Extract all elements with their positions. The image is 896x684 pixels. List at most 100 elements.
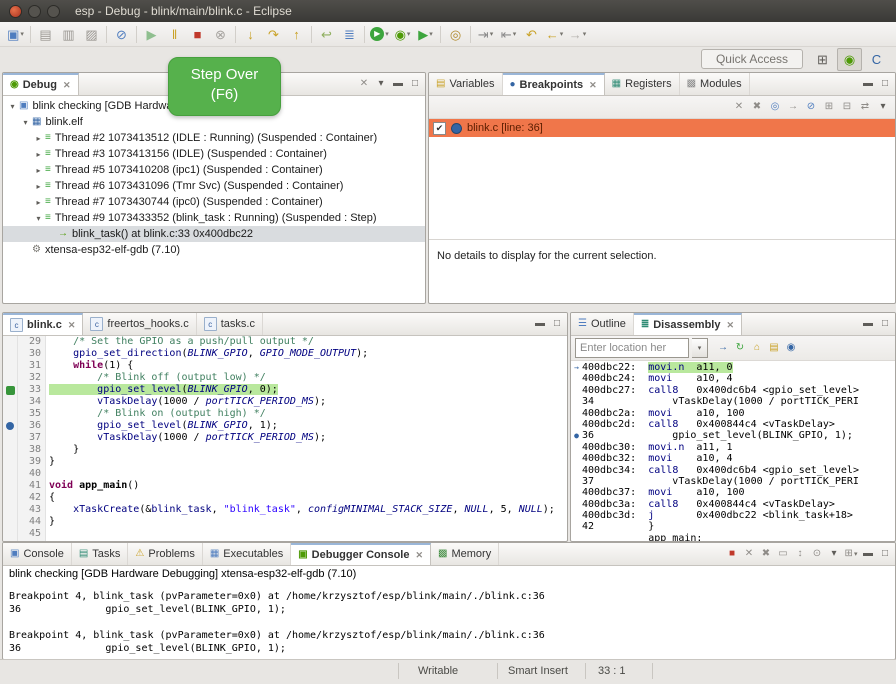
- expander-icon[interactable]: ▸: [33, 198, 44, 207]
- close-icon[interactable]: ✕: [726, 320, 734, 331]
- debug-tree-item[interactable]: ▸≡Thread #5 1073410208 (ipc1) (Suspended…: [3, 162, 425, 178]
- maximize-button[interactable]: □: [877, 545, 893, 563]
- minimize-button[interactable]: ▬: [532, 315, 548, 333]
- disconnect-button[interactable]: ⊗: [209, 24, 232, 45]
- tab-variables[interactable]: ▤Variables: [429, 73, 503, 95]
- window-close-button[interactable]: [9, 5, 22, 18]
- last-edit-location-button[interactable]: ↶: [520, 24, 543, 45]
- disassembly-line[interactable]: 400dbc27: call8 0x400dc6b4 <gpio_set_lev…: [571, 385, 895, 396]
- minimize-button[interactable]: ▬: [860, 545, 876, 563]
- skip-all-breakpoints-button[interactable]: ⊘: [110, 24, 133, 45]
- instruction-stepping-button[interactable]: ≣: [338, 24, 361, 45]
- code-area[interactable]: /* Set the GPIO as a push/pull output */…: [46, 336, 567, 541]
- expander-icon[interactable]: ▾: [20, 118, 31, 127]
- debug-perspective-button[interactable]: ◉: [837, 48, 862, 71]
- debug-tree-item[interactable]: ▾≡Thread #9 1073433352 (blink_task : Run…: [3, 210, 425, 226]
- debug-tree-item[interactable]: ▾▦blink.elf: [3, 114, 425, 130]
- expander-icon[interactable]: ▸: [33, 134, 44, 143]
- code-line[interactable]: while(1) {: [49, 360, 567, 372]
- remove-all-launches-button[interactable]: ✖: [758, 545, 774, 563]
- disassembly-line[interactable]: →400dbc22: movi.n a11, 0: [571, 362, 895, 373]
- disassembly-line[interactable]: 400dbc37: movi a10, 100: [571, 487, 895, 498]
- expand-all-button[interactable]: ⊞: [821, 98, 837, 116]
- code-line[interactable]: /* Set the GPIO as a push/pull output */: [49, 336, 567, 348]
- step-return-button[interactable]: ↑: [285, 24, 308, 45]
- drop-to-frame-button[interactable]: ↩: [315, 24, 338, 45]
- debug-tree-item[interactable]: ▸≡Thread #6 1073431096 (Tmr Svc) (Suspen…: [3, 178, 425, 194]
- show-source-button[interactable]: ▤: [766, 339, 782, 357]
- maximize-button[interactable]: □: [877, 75, 893, 93]
- location-input[interactable]: [575, 338, 689, 358]
- go-to-file-button[interactable]: →: [785, 98, 801, 116]
- close-icon[interactable]: ✕: [63, 80, 71, 91]
- tab-debug[interactable]: ◉Debug✕: [3, 73, 79, 95]
- code-line[interactable]: vTaskDelay(1000 / portTICK_PERIOD_MS);: [49, 396, 567, 408]
- code-line[interactable]: void app_main(): [49, 480, 567, 492]
- annotation-ruler[interactable]: [3, 336, 18, 541]
- editor[interactable]: 2930313233343536373839404142434445 /* Se…: [3, 336, 567, 541]
- pin-console-button[interactable]: ⊙: [809, 545, 825, 563]
- debug-tree-item[interactable]: ▸≡Thread #7 1073430744 (ipc0) (Suspended…: [3, 194, 425, 210]
- tab-tasks-c[interactable]: ctasks.c: [197, 313, 263, 335]
- tab-outline[interactable]: ☰Outline: [571, 313, 634, 335]
- disassembly-line[interactable]: 400dbc32: movi a10, 4: [571, 453, 895, 464]
- minimize-button[interactable]: ▬: [860, 75, 876, 93]
- debug-button[interactable]: ◉▾: [391, 24, 414, 45]
- titlebar[interactable]: esp - Debug - blink/main/blink.c - Eclip…: [0, 0, 896, 22]
- search-button[interactable]: ◎: [444, 24, 467, 45]
- step-into-button[interactable]: ↓: [239, 24, 262, 45]
- disassembly-line[interactable]: 400dbc24: movi a10, 4: [571, 373, 895, 384]
- remove-all-terminated-button[interactable]: ✕: [356, 75, 372, 93]
- disassembly-line[interactable]: ●36 gpio_set_level(BLINK_GPIO, 1);: [571, 430, 895, 441]
- disassembly-line[interactable]: 400dbc3d: j 0x400dbc22 <blink_task+18>: [571, 510, 895, 521]
- expander-icon[interactable]: ▸: [33, 150, 44, 159]
- disassembly-line[interactable]: 400dbc30: movi.n a11, 1: [571, 442, 895, 453]
- tab-tasks[interactable]: ▤Tasks: [72, 543, 129, 565]
- code-line[interactable]: }: [49, 456, 567, 468]
- terminate-button[interactable]: ■: [186, 24, 209, 45]
- forward-button[interactable]: →▾: [566, 24, 589, 45]
- expander-icon[interactable]: ▸: [33, 166, 44, 175]
- sync-active-context-button[interactable]: →: [715, 339, 731, 357]
- view-menu-button[interactable]: ▾: [373, 75, 389, 93]
- expander-icon[interactable]: ▾: [7, 102, 18, 111]
- save-button[interactable]: ▤: [34, 24, 57, 45]
- code-line[interactable]: [49, 468, 567, 480]
- view-menu-button[interactable]: ▾: [875, 98, 891, 116]
- terminate-button[interactable]: ■: [724, 545, 740, 563]
- step-over-button[interactable]: ↷: [262, 24, 285, 45]
- disassembly-line[interactable]: 400dbc34: call8 0x400dc6b4 <gpio_set_lev…: [571, 465, 895, 476]
- tab-executables[interactable]: ▦Executables: [203, 543, 291, 565]
- remove-selected-breakpoints-button[interactable]: ✕: [731, 98, 747, 116]
- debug-tree-item[interactable]: ▸≡Thread #3 1073413156 (IDLE) (Suspended…: [3, 146, 425, 162]
- tab-freertos-hooks-c[interactable]: cfreertos_hooks.c: [83, 313, 196, 335]
- next-annotation-button[interactable]: ⇥▾: [474, 24, 497, 45]
- tab-problems[interactable]: ⚠Problems: [128, 543, 202, 565]
- code-line[interactable]: gpio_set_direction(BLINK_GPIO, GPIO_MODE…: [49, 348, 567, 360]
- remove-all-breakpoints-button[interactable]: ✖: [749, 98, 765, 116]
- minimize-button[interactable]: ▬: [860, 315, 876, 333]
- line-number-ruler[interactable]: 2930313233343536373839404142434445: [18, 336, 46, 541]
- breakpoint-row[interactable]: ✔ blink.c [line: 36]: [429, 119, 895, 137]
- window-maximize-button[interactable]: [47, 5, 60, 18]
- maximize-button[interactable]: □: [407, 75, 423, 93]
- tab-blink-c[interactable]: cblink.c✕: [3, 313, 83, 335]
- code-line[interactable]: gpio_set_level(BLINK_GPIO, 0);: [49, 384, 567, 396]
- debug-tree-item[interactable]: →blink_task() at blink.c:33 0x400dbc22: [3, 226, 425, 242]
- tab-memory[interactable]: ▩Memory: [431, 543, 499, 565]
- code-line[interactable]: gpio_set_level(BLINK_GPIO, 1);: [49, 420, 567, 432]
- debug-tree-item[interactable]: ⚙xtensa-esp32-elf-gdb (7.10): [3, 242, 425, 258]
- refresh-button[interactable]: ↻: [732, 339, 748, 357]
- expander-icon[interactable]: ▾: [33, 214, 44, 223]
- breakpoint-checkbox[interactable]: ✔: [433, 122, 446, 135]
- link-with-debug-button[interactable]: ⇄: [857, 98, 873, 116]
- scroll-lock-button[interactable]: ↕: [792, 545, 808, 563]
- expander-icon[interactable]: ▸: [33, 182, 44, 191]
- close-icon[interactable]: ✕: [589, 80, 597, 91]
- code-line[interactable]: /* Blink on (output high) */: [49, 408, 567, 420]
- external-tools-button[interactable]: ▶▾: [414, 24, 437, 45]
- print-button[interactable]: ▨: [80, 24, 103, 45]
- code-line[interactable]: }: [49, 516, 567, 528]
- run-button[interactable]: ▶▾: [368, 24, 391, 45]
- code-line[interactable]: [49, 528, 567, 540]
